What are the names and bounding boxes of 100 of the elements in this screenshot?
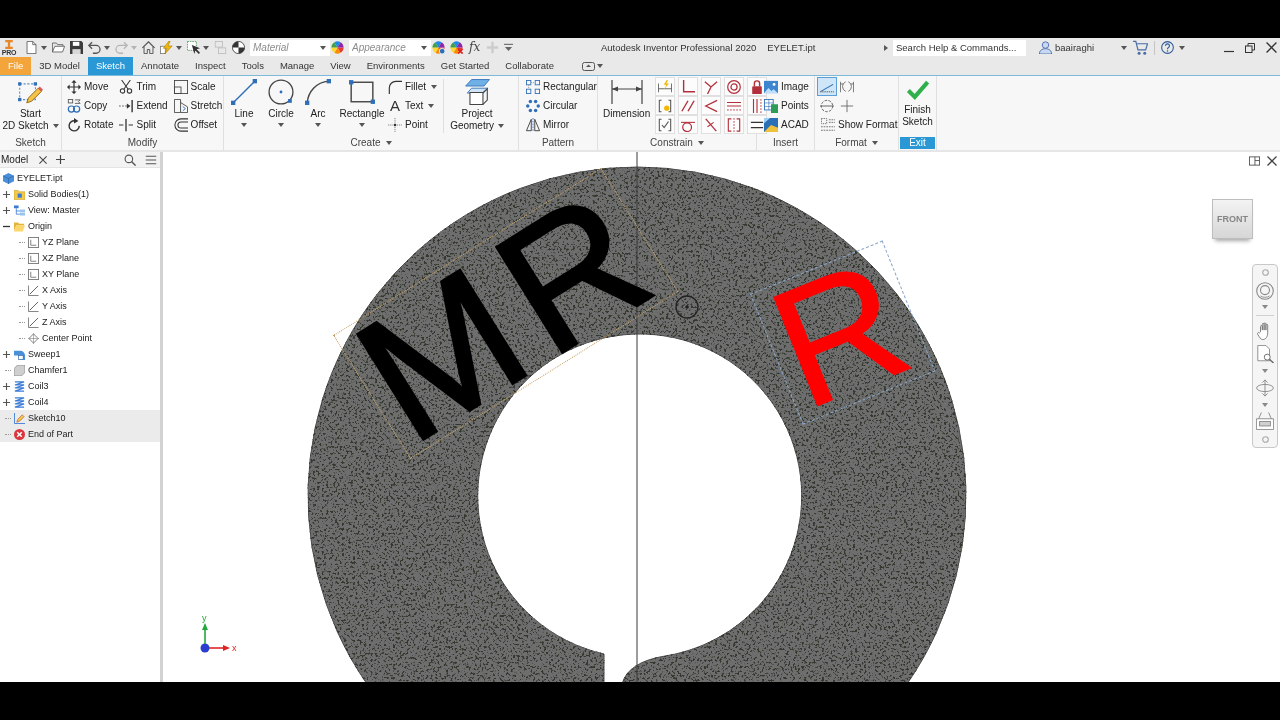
caret-icon[interactable] — [1262, 402, 1268, 407]
customize-menu-icon[interactable] — [504, 43, 514, 52]
tree-item[interactable]: Coil4 — [0, 394, 160, 410]
concentric-button[interactable] — [724, 77, 745, 96]
orbit-icon[interactable] — [1256, 378, 1274, 397]
search-field[interactable]: Search Help & Commands... — [893, 39, 1026, 56]
tree-item[interactable]: Center Point — [0, 330, 160, 346]
caret-icon[interactable] — [1262, 305, 1268, 310]
horizontal-button[interactable] — [724, 96, 745, 115]
menu-icon[interactable] — [145, 153, 157, 166]
panel-title[interactable]: Format — [835, 136, 878, 149]
move-button[interactable]: Move — [67, 77, 116, 96]
plus-icon[interactable] — [56, 155, 66, 164]
tree-item[interactable]: Origin — [0, 218, 160, 234]
vertical-button[interactable] — [747, 96, 768, 115]
rotate-button[interactable]: Rotate — [67, 115, 116, 134]
trim-button[interactable]: Trim — [119, 77, 170, 96]
material-dropdown[interactable]: Material — [250, 39, 330, 56]
expand-icon[interactable] — [2, 190, 10, 198]
ribbon-tab[interactable]: View — [322, 57, 359, 75]
rectangular-pattern-button[interactable]: Rectangular — [526, 77, 599, 96]
ribbon-tab[interactable]: Get Started — [432, 57, 498, 75]
tree-item[interactable]: EYELET.ipt — [0, 170, 160, 186]
copy-button[interactable]: Copy — [67, 96, 116, 115]
tree-item[interactable]: Solid Bodies(1) — [0, 186, 160, 202]
parallel-button[interactable] — [678, 96, 699, 115]
select-box-icon[interactable] — [187, 41, 200, 54]
ribbon-tab[interactable]: Tools — [233, 57, 272, 75]
ribbon-tab[interactable]: Collaborate — [497, 57, 562, 75]
rectangle-button[interactable]: Rectangle — [337, 77, 387, 135]
mirror-button[interactable]: Mirror — [526, 115, 599, 134]
collinear-button[interactable] — [701, 96, 722, 115]
browser-tab[interactable]: Model — [1, 154, 29, 165]
appearance-dropdown[interactable]: Appearance — [349, 39, 431, 56]
tree-item[interactable]: Coil3 — [0, 378, 160, 394]
expand-icon[interactable] — [2, 206, 10, 214]
ribbon-tab[interactable]: Annotate — [133, 57, 188, 75]
finish-sketch-button[interactable]: Finish Sketch — [899, 77, 936, 135]
new-document-icon[interactable] — [25, 41, 38, 54]
dimension-button[interactable]: Dimension — [601, 77, 653, 135]
arc-button[interactable]: Arc — [300, 77, 336, 135]
expand-icon[interactable] — [2, 398, 10, 406]
constraint-settings-button[interactable] — [655, 96, 676, 115]
acad-button[interactable]: ACAD — [764, 115, 811, 134]
zoom-icon[interactable] — [1256, 345, 1274, 364]
help-icon[interactable] — [1161, 41, 1174, 54]
undo-icon[interactable] — [88, 41, 101, 54]
checkered-ball-icon[interactable] — [232, 41, 245, 54]
fillet-button[interactable]: Fillet — [388, 77, 440, 96]
close-icon[interactable] — [1266, 42, 1277, 53]
color-ball-cross-icon[interactable] — [450, 41, 463, 54]
line-button[interactable]: Line — [226, 77, 262, 135]
formula-button[interactable]: fx — [468, 40, 482, 55]
perpendicular-button[interactable] — [678, 77, 699, 96]
caret-icon[interactable] — [1179, 45, 1185, 50]
panel-title[interactable]: Create — [350, 136, 392, 149]
show-constraints-button[interactable] — [655, 115, 676, 134]
caret-right-icon[interactable] — [884, 44, 888, 51]
tree-item[interactable]: Sketch10 — [0, 410, 160, 426]
tree-item[interactable]: View: Master — [0, 202, 160, 218]
cart-icon[interactable] — [1133, 40, 1148, 55]
extend-button[interactable]: Extend — [119, 96, 170, 115]
ribbon-tab[interactable]: Environments — [358, 57, 433, 75]
steering-wheel-icon[interactable] — [1256, 281, 1274, 300]
open-folder-icon[interactable] — [52, 41, 65, 54]
expand-icon[interactable] — [2, 382, 10, 390]
caret-icon[interactable] — [1121, 45, 1127, 50]
tree-item[interactable]: Y Axis — [0, 298, 160, 314]
offset-button[interactable]: Offset — [173, 115, 225, 134]
restore-icon[interactable] — [1245, 42, 1255, 53]
lightning-icon[interactable] — [160, 41, 173, 54]
look-at-icon[interactable] — [1256, 412, 1274, 431]
panel-title[interactable]: Constrain — [650, 136, 704, 149]
tree-item[interactable]: End of Part — [0, 426, 160, 442]
ribbon-tab[interactable]: Inspect — [187, 57, 234, 75]
start-sketch-button[interactable]: Start 2D Sketch — [0, 77, 61, 135]
smooth-button[interactable] — [701, 115, 722, 134]
tree-item[interactable]: Chamfer1 — [0, 362, 160, 378]
text-button[interactable]: A Text — [388, 96, 440, 115]
ribbon-tab[interactable]: 3D Model — [31, 57, 88, 75]
tree-item[interactable]: XZ Plane — [0, 250, 160, 266]
search-icon[interactable] — [124, 153, 136, 166]
panel-toggle-icon[interactable] — [581, 61, 595, 71]
project-geometry-button[interactable]: Project Geometry — [448, 77, 507, 135]
stretch-button[interactable]: Stretch — [173, 96, 225, 115]
coincident-button[interactable] — [701, 77, 722, 96]
caret-icon[interactable] — [203, 45, 209, 50]
tree-item[interactable]: Sweep1 — [0, 346, 160, 362]
auto-dimension-button[interactable] — [655, 77, 676, 96]
show-format-button[interactable]: Show Format — [821, 115, 900, 134]
close-icon[interactable] — [1267, 156, 1277, 166]
point-button[interactable]: Point — [388, 115, 440, 134]
image-button[interactable]: Image — [764, 77, 811, 96]
close-icon[interactable] — [39, 155, 48, 164]
fix-button[interactable] — [747, 77, 768, 96]
tree-item[interactable]: Z Axis — [0, 314, 160, 330]
tangent-button[interactable] — [678, 115, 699, 134]
tree-item[interactable]: YZ Plane — [0, 234, 160, 250]
caret-icon[interactable] — [176, 45, 182, 50]
caret-icon[interactable] — [41, 45, 47, 50]
